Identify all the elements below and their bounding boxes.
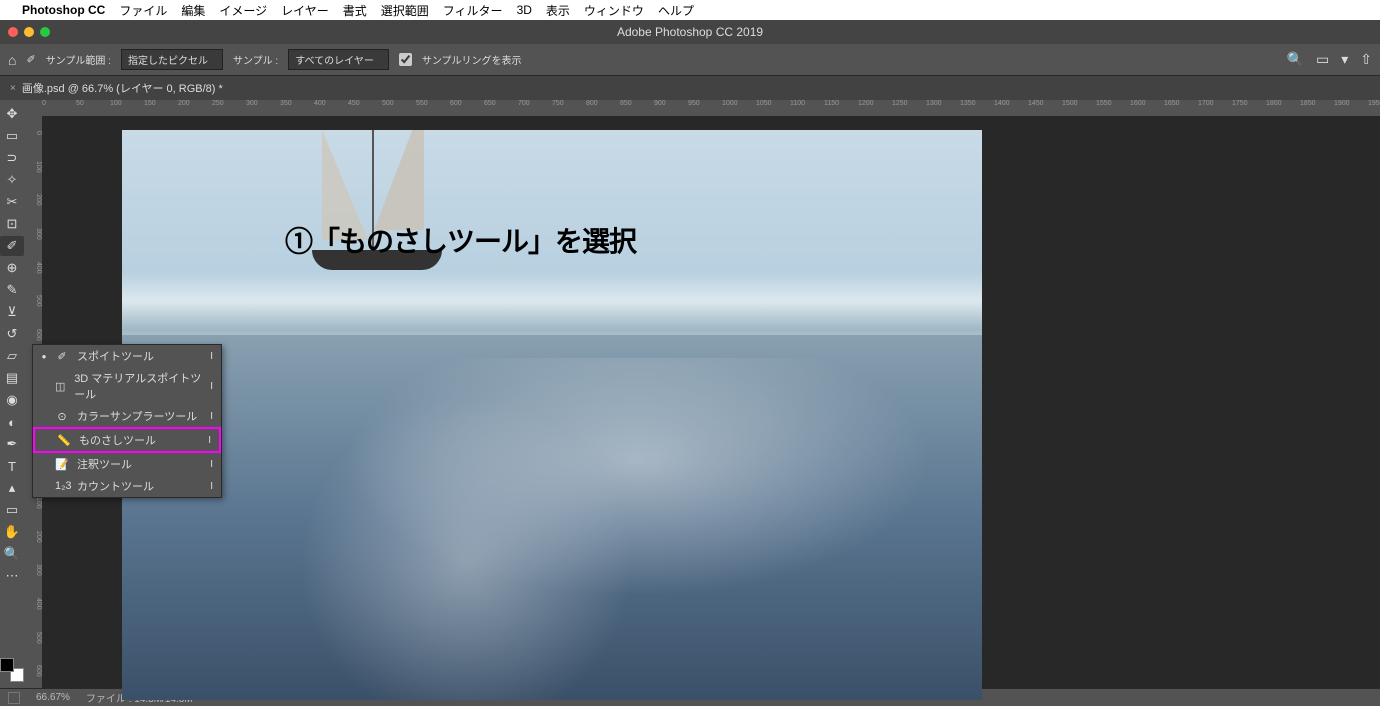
- eraser-tool[interactable]: ▱: [0, 346, 24, 366]
- sample-label: サンプル :: [233, 52, 278, 67]
- flyout-item[interactable]: ●✐スポイトツールI: [33, 345, 221, 367]
- shape-tool[interactable]: ▭: [0, 500, 24, 520]
- stamp-tool[interactable]: ⊻: [0, 302, 24, 322]
- sample-range-label: サンプル範囲 :: [46, 52, 111, 67]
- menu-type[interactable]: 書式: [343, 2, 367, 19]
- path-tool[interactable]: ▴: [0, 478, 24, 498]
- show-ring-checkbox[interactable]: [399, 53, 412, 66]
- flyout-item[interactable]: 1₂3カウントツールI: [33, 475, 221, 497]
- zoom-tool[interactable]: 🔍: [0, 544, 24, 564]
- workspace-menu-icon[interactable]: ▾: [1341, 51, 1348, 68]
- menu-view[interactable]: 表示: [546, 2, 570, 19]
- eyedropper-tool[interactable]: ✐: [0, 236, 24, 256]
- share-icon[interactable]: ⇧: [1360, 51, 1372, 68]
- healing-tool[interactable]: ⊕: [0, 258, 24, 278]
- foreground-color[interactable]: [0, 658, 14, 672]
- marquee-tool[interactable]: ▭: [0, 126, 24, 146]
- color-swatches[interactable]: [0, 658, 24, 682]
- flyout-item[interactable]: ◫3D マテリアルスポイトツールI: [33, 367, 221, 405]
- menu-help[interactable]: ヘルプ: [658, 2, 694, 19]
- toolbox: ✥ ▭ ⊃ ✧ ✂ ⊡ ✐ ⊕ ✎ ⊻ ↺ ▱ ▤ ◉ ◐ ✒ T ▴ ▭ ✋ …: [0, 100, 24, 688]
- dodge-tool[interactable]: ◐: [0, 412, 24, 432]
- type-tool[interactable]: T: [0, 456, 24, 476]
- tab-title: 画像.psd @ 66.7% (レイヤー 0, RGB/8) *: [22, 80, 223, 96]
- magic-wand-tool[interactable]: ✧: [0, 170, 24, 190]
- search-icon[interactable]: 🔍: [1287, 51, 1304, 68]
- close-button[interactable]: [8, 27, 18, 37]
- menu-edit[interactable]: 編集: [181, 2, 205, 19]
- minimize-button[interactable]: [24, 27, 34, 37]
- horizontal-ruler: 0501001502002503003504004505005506006507…: [42, 100, 1380, 116]
- gradient-tool[interactable]: ▤: [0, 368, 24, 388]
- document-tabbar: × 画像.psd @ 66.7% (レイヤー 0, RGB/8) *: [0, 76, 1380, 100]
- flyout-item[interactable]: 📝注釈ツールI: [33, 453, 221, 475]
- frame-tool[interactable]: ⊡: [0, 214, 24, 234]
- window-title: Adobe Photoshop CC 2019: [617, 25, 763, 39]
- history-brush-tool[interactable]: ↺: [0, 324, 24, 344]
- annotation-text: ①「ものさしツール」を選択: [285, 220, 636, 260]
- menu-3d[interactable]: 3D: [517, 3, 532, 17]
- sample-select[interactable]: すべてのレイヤー: [288, 49, 389, 70]
- canvas[interactable]: [122, 130, 982, 700]
- menu-filter[interactable]: フィルター: [443, 2, 503, 19]
- menu-select[interactable]: 選択範囲: [381, 2, 429, 19]
- menu-window[interactable]: ウィンドウ: [584, 2, 644, 19]
- options-bar: ⌂ ✐ サンプル範囲 : 指定したピクセル サンプル : すべてのレイヤー サン…: [0, 44, 1380, 76]
- show-ring-label: サンプルリングを表示: [422, 52, 522, 67]
- sample-range-select[interactable]: 指定したピクセル: [121, 49, 223, 70]
- menu-file[interactable]: ファイル: [119, 2, 167, 19]
- eyedropper-icon: ✐: [26, 53, 35, 66]
- zoom-button[interactable]: [40, 27, 50, 37]
- workspace-icon[interactable]: ▭: [1316, 51, 1329, 68]
- menu-image[interactable]: イメージ: [219, 2, 267, 19]
- sparkle-graphic: [122, 358, 982, 700]
- crop-tool[interactable]: ✂: [0, 192, 24, 212]
- move-tool[interactable]: ✥: [0, 104, 24, 124]
- flyout-item[interactable]: 📏ものさしツールI: [33, 427, 221, 453]
- zoom-level[interactable]: 66.67%: [36, 692, 70, 703]
- home-icon[interactable]: ⌂: [8, 52, 16, 68]
- close-tab-icon[interactable]: ×: [10, 83, 16, 94]
- window-titlebar: Adobe Photoshop CC 2019: [0, 20, 1380, 44]
- lasso-tool[interactable]: ⊃: [0, 148, 24, 168]
- brush-tool[interactable]: ✎: [0, 280, 24, 300]
- mac-menubar: Photoshop CC ファイル 編集 イメージ レイヤー 書式 選択範囲 フ…: [0, 0, 1380, 20]
- quickmask-icon[interactable]: [8, 692, 20, 704]
- tool-flyout: ●✐スポイトツールI◫3D マテリアルスポイトツールI⊙カラーサンプラーツールI…: [32, 344, 222, 498]
- document-tab[interactable]: × 画像.psd @ 66.7% (レイヤー 0, RGB/8) *: [0, 80, 233, 96]
- pen-tool[interactable]: ✒: [0, 434, 24, 454]
- app-name[interactable]: Photoshop CC: [22, 3, 105, 17]
- menu-layer[interactable]: レイヤー: [281, 2, 329, 19]
- flyout-item[interactable]: ⊙カラーサンプラーツールI: [33, 405, 221, 427]
- hand-tool[interactable]: ✋: [0, 522, 24, 542]
- edit-toolbar[interactable]: ⋯: [0, 566, 24, 586]
- blur-tool[interactable]: ◉: [0, 390, 24, 410]
